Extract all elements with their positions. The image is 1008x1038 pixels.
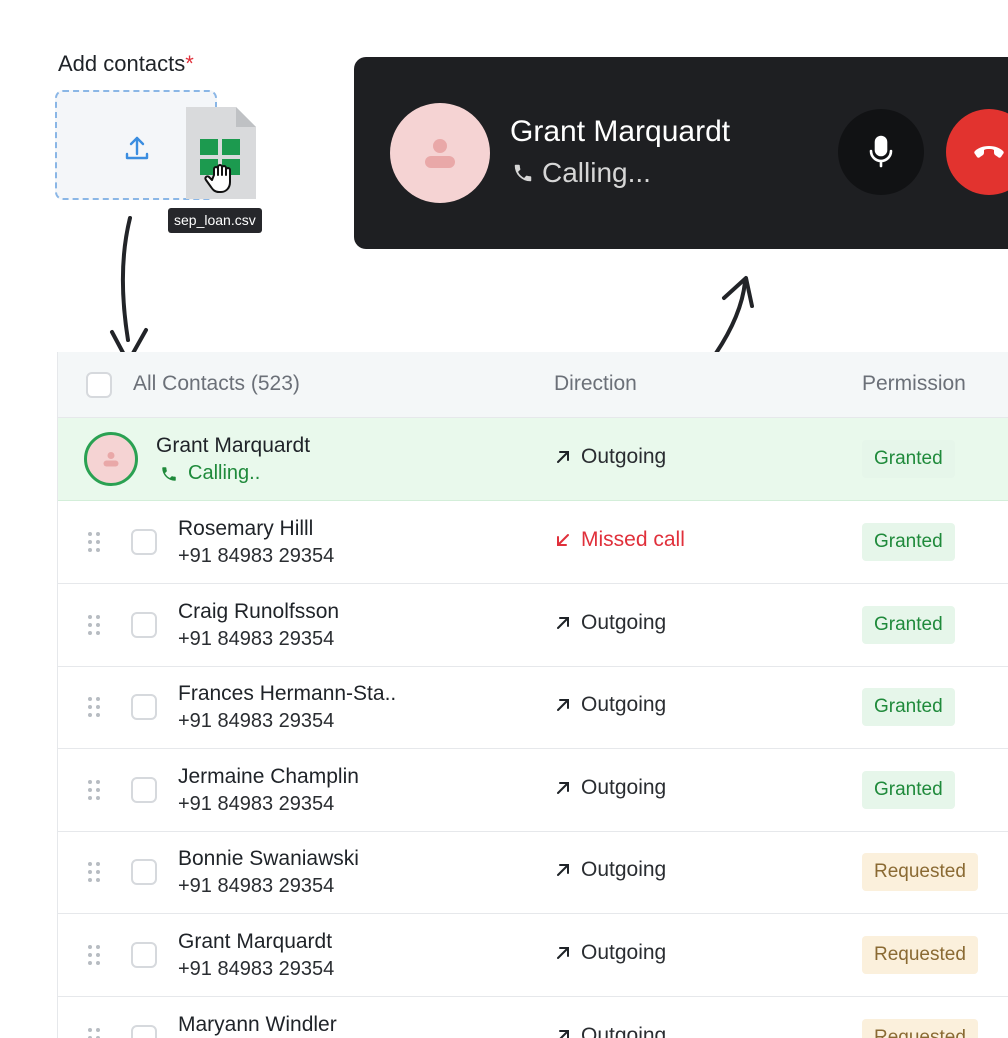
drag-handle-icon[interactable] (86, 861, 102, 883)
call-status-text: Calling... (542, 157, 651, 188)
contact-phone: +91 84983 29354 (178, 875, 335, 897)
permission-badge: Requested (862, 1019, 978, 1038)
arrow-up-head (722, 276, 754, 308)
permission-header: Permission (862, 372, 966, 395)
outgoing-arrow-icon (559, 1030, 569, 1038)
drag-handle-icon[interactable] (86, 779, 102, 801)
row-checkbox[interactable] (131, 1025, 157, 1038)
direction-text: Outgoing (581, 858, 667, 881)
contact-phone: +91 84983 29354 (178, 545, 335, 567)
contact-name: Maryann Windler (178, 1013, 337, 1036)
direction-text: Outgoing (581, 611, 667, 634)
contact-name: Jermaine Champlin (178, 765, 359, 788)
contact-name: Bonnie Swaniawski (178, 847, 359, 870)
row-checkbox[interactable] (131, 859, 157, 885)
direction-text: Outgoing (581, 941, 667, 964)
permission-badge: Granted (862, 523, 955, 561)
contact-name: Craig Runolfsson (178, 600, 340, 623)
direction-cell: Outgoing (555, 611, 666, 635)
phone-icon (162, 466, 176, 481)
drag-handle-icon[interactable] (86, 1027, 102, 1038)
permission-badge: Granted (862, 688, 955, 726)
contact-phone: +91 84983 29354 (178, 793, 335, 815)
table-row[interactable]: Rosemary Hilll +91 84983 29354 Missed call… (58, 501, 1008, 584)
hang-up-icon (974, 146, 1004, 158)
outgoing-arrow-icon (557, 864, 569, 876)
direction-cell: Outgoing (555, 776, 666, 800)
direction-cell: Outgoing (555, 941, 666, 965)
direction-cell: Outgoing (555, 445, 666, 469)
direction-text: Outgoing (581, 1024, 667, 1038)
direction-text: Outgoing (581, 445, 667, 468)
table-row[interactable]: Grant Marquardt +91 84983 29354 Outgoing Re… (58, 914, 1008, 997)
arrow-down (120, 216, 132, 342)
call-banner: Grant Marquardt Calling... (354, 57, 1008, 249)
end-call-button[interactable] (946, 109, 1008, 195)
drag-handle-icon[interactable] (86, 614, 102, 636)
row-checkbox[interactable] (131, 694, 157, 720)
caller-avatar (390, 103, 490, 203)
permission-badge: Granted (862, 606, 955, 644)
row-checkbox[interactable] (131, 612, 157, 638)
all-contacts-header: All Contacts (523) (133, 372, 300, 395)
required-mark: * (185, 51, 194, 76)
row-checkbox[interactable] (131, 942, 157, 968)
caller-name: Grant Marquardt (510, 115, 731, 148)
permission-badge: Granted (862, 771, 955, 809)
table-header: All Contacts (523) Direction Permission (58, 352, 1008, 418)
upload-icon (125, 136, 149, 160)
table-row-active[interactable]: Grant Marquardt Calling.. Outgoing Grant… (58, 418, 1008, 501)
drag-handle-icon[interactable] (86, 696, 102, 718)
microphone-icon (869, 135, 893, 168)
outgoing-arrow-icon (557, 699, 569, 711)
add-contacts-label: Add contacts* (58, 51, 194, 77)
add-contacts-text: Add contacts (58, 51, 186, 76)
contact-phone: +91 84983 29354 (178, 710, 335, 732)
select-all-checkbox[interactable] (86, 372, 112, 398)
direction-text: Outgoing (581, 693, 667, 716)
contact-phone: +91 84983 29354 (178, 958, 335, 980)
file-name-tooltip: sep_loan.csv (168, 208, 262, 233)
row-checkbox[interactable] (131, 529, 157, 555)
drag-handle-icon[interactable] (86, 531, 102, 553)
direction-header: Direction (554, 372, 637, 395)
outgoing-arrow-icon (557, 451, 569, 463)
direction-cell: Outgoing (555, 1024, 666, 1038)
table-row[interactable]: Frances Hermann-Sta.. +91 84983 29354 Outg… (58, 666, 1008, 749)
calling-status-text: Calling.. (188, 462, 261, 484)
table-row[interactable]: Craig Runolfsson +91 84983 29354 Outgoing G… (58, 584, 1008, 667)
user-icon (103, 452, 119, 467)
phone-icon (514, 164, 532, 182)
table-row[interactable]: Bonnie Swaniawski +91 84983 29354 Outgoing… (58, 831, 1008, 914)
table-row[interactable]: Maryann Windler+91 84983 29354OutgoingRe… (58, 997, 1008, 1038)
permission-badge: Requested (862, 853, 978, 891)
row-checkbox[interactable] (131, 777, 157, 803)
contact-name: Rosemary Hilll (178, 517, 314, 540)
contact-name: Frances Hermann-Sta.. (178, 682, 397, 705)
permission-badge: Granted (862, 440, 955, 478)
contact-avatar (84, 432, 138, 486)
direction-text: Outgoing (581, 776, 667, 799)
direction-cell: Outgoing (555, 858, 666, 882)
direction-cell: Outgoing (555, 693, 666, 717)
contacts-table: All Contacts (523) Direction Permission … (57, 352, 1008, 1038)
csv-file-icon[interactable] (186, 107, 256, 199)
permission-badge: Requested (862, 936, 978, 974)
contact-phone: +91 84983 29354 (178, 628, 335, 650)
direction-cell: Missed call (555, 528, 685, 552)
outgoing-arrow-icon (557, 617, 569, 629)
table-row[interactable]: Jermaine Champlin +91 84983 29354 Outgoing… (58, 749, 1008, 832)
contact-name: Grant Marquardt (156, 434, 311, 457)
calling-status: Calling.. (160, 462, 260, 485)
outgoing-arrow-icon (557, 782, 569, 794)
contact-name: Grant Marquardt (178, 930, 333, 953)
call-status: Calling... (512, 157, 651, 189)
drag-handle-icon[interactable] (86, 944, 102, 966)
user-icon (425, 139, 455, 168)
direction-text: Missed call (581, 528, 685, 551)
mute-button[interactable] (838, 109, 924, 195)
missed-call-arrow-icon (557, 534, 569, 546)
outgoing-arrow-icon (557, 947, 569, 959)
